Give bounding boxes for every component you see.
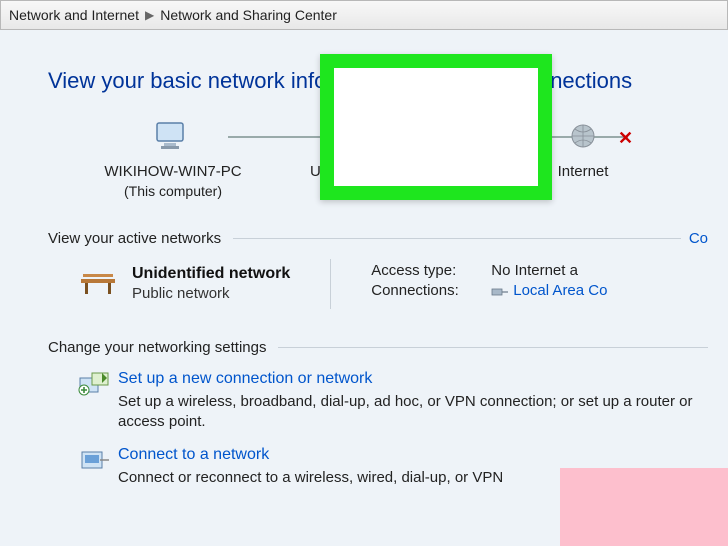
connect-network-icon [78, 446, 118, 488]
breadcrumb[interactable]: Network and Internet ▶ Network and Shari… [0, 0, 728, 30]
network-name: Unidentified network [132, 265, 290, 283]
node-this-computer[interactable]: WIKIHOW-WIN7-PC (This computer) [78, 118, 268, 200]
chevron-right-icon: ▶ [145, 8, 154, 22]
section-label: Change your networking settings [48, 339, 266, 356]
node-sub: (This computer) [104, 182, 241, 200]
bench-icon [78, 270, 118, 298]
breadcrumb-parent[interactable]: Network and Internet [9, 7, 139, 23]
active-network-panel: Unidentified network Public network Acce… [78, 259, 708, 309]
node-name: Internet [558, 162, 609, 182]
computer-icon [155, 118, 191, 154]
divider-line [278, 347, 708, 348]
section-label: View your active networks [48, 230, 221, 247]
section-active-networks: View your active networks Co [48, 230, 708, 247]
disconnected-icon: ✕ [618, 128, 633, 149]
connection-link[interactable]: Local Area Co [491, 282, 607, 299]
setup-connection-item[interactable]: Set up a new connection or network Set u… [78, 370, 708, 433]
access-type-label: Access type: [371, 262, 491, 279]
annotation-overlay [560, 468, 728, 546]
connections-label: Connections: [371, 282, 491, 299]
node-name: WIKIHOW-WIN7-PC [104, 162, 241, 182]
connect-network-desc: Connect or reconnect to a wireless, wire… [118, 468, 503, 488]
connect-network-link[interactable]: Connect to a network [118, 446, 503, 464]
setup-connection-link[interactable]: Set up a new connection or network [118, 370, 708, 388]
network-type[interactable]: Public network [132, 285, 290, 302]
annotation-highlight [320, 54, 552, 200]
breadcrumb-current[interactable]: Network and Sharing Center [160, 7, 337, 23]
globe-icon [569, 118, 597, 154]
connect-disconnect-link[interactable]: Co [689, 230, 708, 247]
section-change-settings: Change your networking settings [48, 339, 708, 356]
access-type-value: No Internet a [491, 262, 578, 279]
vertical-divider [330, 259, 331, 309]
setup-connection-icon [78, 370, 118, 433]
divider-line [233, 238, 681, 239]
ethernet-icon [491, 285, 509, 297]
setup-connection-desc: Set up a wireless, broadband, dial-up, a… [118, 392, 708, 433]
